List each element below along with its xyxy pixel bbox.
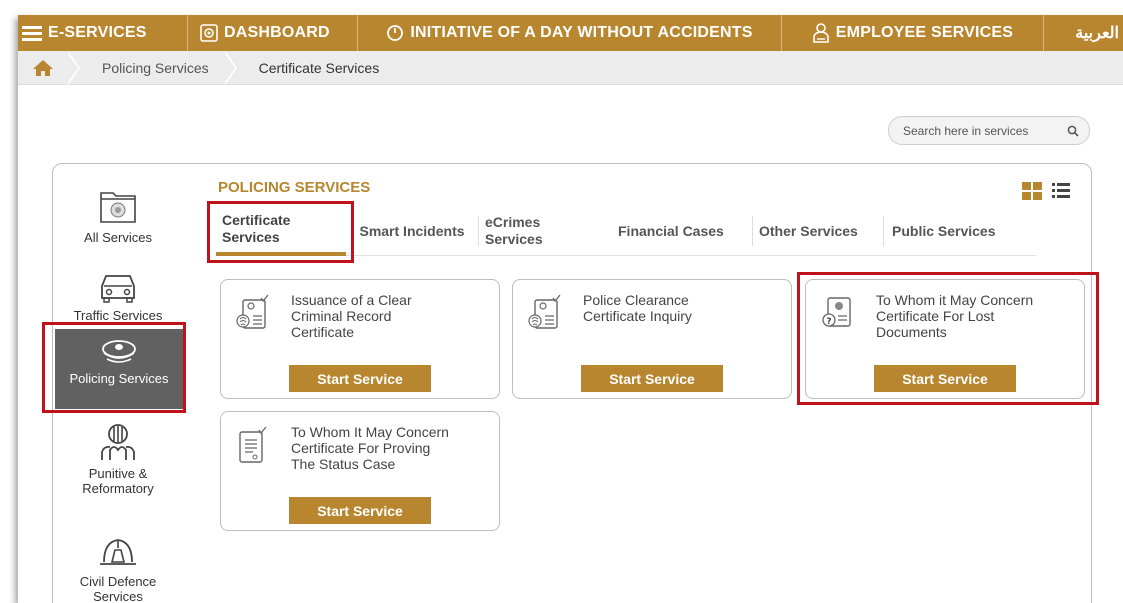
- certificate-document-icon: [239, 426, 267, 463]
- breadcrumb-separator: [222, 50, 237, 85]
- nav-employee-label: EMPLOYEE SERVICES: [835, 24, 1014, 41]
- folder-emblem-icon: [100, 192, 136, 223]
- view-toggle: [1022, 182, 1070, 200]
- service-title: Police Clearance Certificate Inquiry: [583, 292, 783, 324]
- category-label-line1: Civil Defence: [79, 574, 157, 589]
- breadcrumb-label: Certificate Services: [258, 59, 380, 76]
- category-label-line2: Services: [93, 589, 143, 603]
- search-placeholder: Search here in services: [903, 123, 1029, 138]
- breadcrumb-separator: [66, 50, 80, 85]
- nav-dashboard-label: DASHBOARD: [224, 24, 330, 41]
- category-traffic-services[interactable]: Traffic Services: [53, 272, 183, 323]
- tab-label-line2: Services: [222, 229, 280, 245]
- category-label: Policing Services: [69, 371, 169, 386]
- nav-eservices[interactable]: E-SERVICES: [18, 15, 188, 51]
- service-card-police-clearance-inquiry: Police Clearance Certificate Inquiry Sta…: [512, 279, 792, 399]
- nav-initiative-label: INITIATIVE OF A DAY WITHOUT ACCIDENTS: [410, 24, 753, 41]
- category-policing-services[interactable]: Policing Services: [55, 329, 183, 409]
- tab-certificate-services[interactable]: Certificate Services: [216, 206, 346, 256]
- police-cap-icon: [102, 340, 136, 363]
- category-label-line2: Reformatory: [82, 481, 154, 496]
- section-title: POLICING SERVICES: [218, 179, 371, 196]
- service-title: Issuance of a Clear Criminal Record Cert…: [291, 292, 491, 340]
- svg-text:?: ?: [826, 317, 831, 327]
- search-input[interactable]: Search here in services: [888, 116, 1090, 145]
- tab-label: Other Services: [759, 222, 858, 239]
- start-service-button[interactable]: Start Service: [581, 365, 723, 392]
- power-circle-icon: [387, 25, 404, 41]
- breadcrumb-certificate-services: Certificate Services: [237, 51, 396, 85]
- nav-initiative[interactable]: INITIATIVE OF A DAY WITHOUT ACCIDENTS: [358, 15, 782, 51]
- service-title-line2: Certificate For Lost: [876, 308, 995, 324]
- category-punitive-reformatory[interactable]: Punitive & Reformatory: [53, 422, 183, 496]
- car-icon: [101, 275, 135, 303]
- service-title: To Whom It May Concern Certificate For P…: [291, 424, 491, 472]
- tab-public-services[interactable]: Public Services: [884, 206, 1020, 256]
- home-icon: [33, 59, 53, 76]
- tab-label-line1: Certificate: [222, 212, 291, 228]
- search-icon[interactable]: [1067, 125, 1079, 137]
- start-service-button[interactable]: Start Service: [874, 365, 1016, 392]
- employee-icon: [812, 23, 829, 43]
- language-toggle[interactable]: العربية: [1044, 15, 1123, 51]
- nav-dashboard[interactable]: DASHBOARD: [188, 15, 358, 51]
- tab-label: Public Services: [892, 222, 996, 239]
- certificate-question-icon: ?: [822, 297, 851, 327]
- tab-label: Smart Incidents: [359, 222, 465, 239]
- service-title-line2: Criminal Record: [291, 308, 392, 324]
- language-label: العربية: [1075, 25, 1119, 42]
- service-tabs: Certificate Services Smart Incidents eCri…: [216, 206, 1036, 256]
- nav-eservices-label: E-SERVICES: [48, 24, 147, 41]
- breadcrumb-label: Policing Services: [102, 59, 209, 76]
- tab-label: Financial Cases: [618, 222, 724, 239]
- service-title-line1: To Whom It May Concern: [291, 424, 449, 440]
- top-navigation: E-SERVICES DASHBOARD INITIATIVE OF A DAY…: [18, 15, 1123, 51]
- service-title-line3: Certificate: [291, 324, 355, 340]
- nav-employee-services[interactable]: EMPLOYEE SERVICES: [782, 15, 1044, 51]
- certificate-fingerprint-icon: [236, 294, 269, 329]
- service-card-proving-status: To Whom It May Concern Certificate For P…: [220, 411, 500, 531]
- service-card-clear-criminal-record: Issuance of a Clear Criminal Record Cert…: [220, 279, 500, 399]
- services-panel: All Services Traffic Services Policing S…: [52, 163, 1099, 603]
- breadcrumb: Policing Services Certificate Services: [18, 50, 1123, 85]
- service-title-line1: To Whom it May Concern: [876, 292, 1034, 308]
- start-service-button[interactable]: Start Service: [289, 497, 431, 524]
- category-label: All Services: [84, 230, 152, 245]
- screenshot-frame: E-SERVICES DASHBOARD INITIATIVE OF A DAY…: [18, 15, 1123, 603]
- prison-icon: [101, 424, 135, 460]
- tab-financial-cases[interactable]: Financial Cases: [612, 206, 752, 256]
- category-all-services[interactable]: All Services: [53, 186, 183, 245]
- dashboard-icon: [200, 24, 218, 42]
- tab-label-line2: Services: [485, 231, 543, 247]
- tab-label-line1: eCrimes: [485, 214, 541, 230]
- service-title-line1: Issuance of a Clear: [291, 292, 412, 308]
- service-title-line3: Documents: [876, 324, 947, 340]
- grid-view-icon[interactable]: [1022, 182, 1042, 200]
- start-service-button[interactable]: Start Service: [289, 365, 431, 392]
- service-card-lost-documents: ? To Whom it May Concern Certificate For…: [805, 279, 1085, 399]
- tab-smart-incidents[interactable]: Smart Incidents: [346, 206, 478, 256]
- list-view-icon[interactable]: [1052, 182, 1070, 200]
- breadcrumb-home[interactable]: [18, 51, 68, 85]
- tab-other-services[interactable]: Other Services: [753, 206, 883, 256]
- service-title-line1: Police Clearance: [583, 292, 689, 308]
- breadcrumb-policing-services[interactable]: Policing Services: [80, 51, 225, 85]
- category-label: Traffic Services: [73, 308, 163, 323]
- service-title-line2: Certificate For Proving: [291, 440, 431, 456]
- tab-ecrimes-services[interactable]: eCrimes Services: [479, 206, 612, 256]
- service-title-line2: Certificate Inquiry: [583, 308, 692, 324]
- service-title-line3: The Status Case: [291, 456, 396, 472]
- service-title: To Whom it May Concern Certificate For L…: [876, 292, 1076, 340]
- fire-helmet-icon: [100, 539, 136, 565]
- certificate-fingerprint-icon: [528, 294, 561, 329]
- category-civil-defence[interactable]: Civil Defence Services: [53, 536, 183, 603]
- category-label-line1: Punitive &: [88, 466, 148, 481]
- hamburger-menu-icon: [22, 26, 42, 41]
